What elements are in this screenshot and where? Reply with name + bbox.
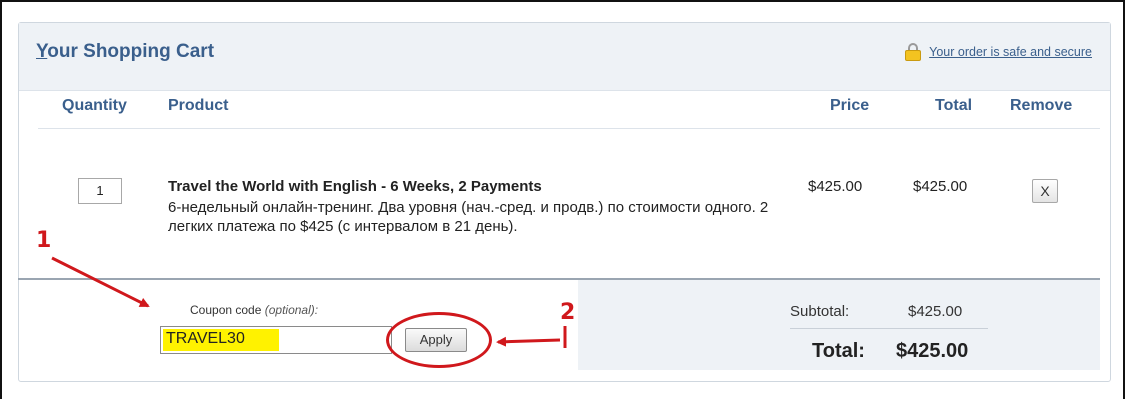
annotation-arrow-2: [496, 336, 561, 347]
annotation-arrows: [51, 256, 567, 348]
annotation-arrow-1: [51, 256, 150, 308]
